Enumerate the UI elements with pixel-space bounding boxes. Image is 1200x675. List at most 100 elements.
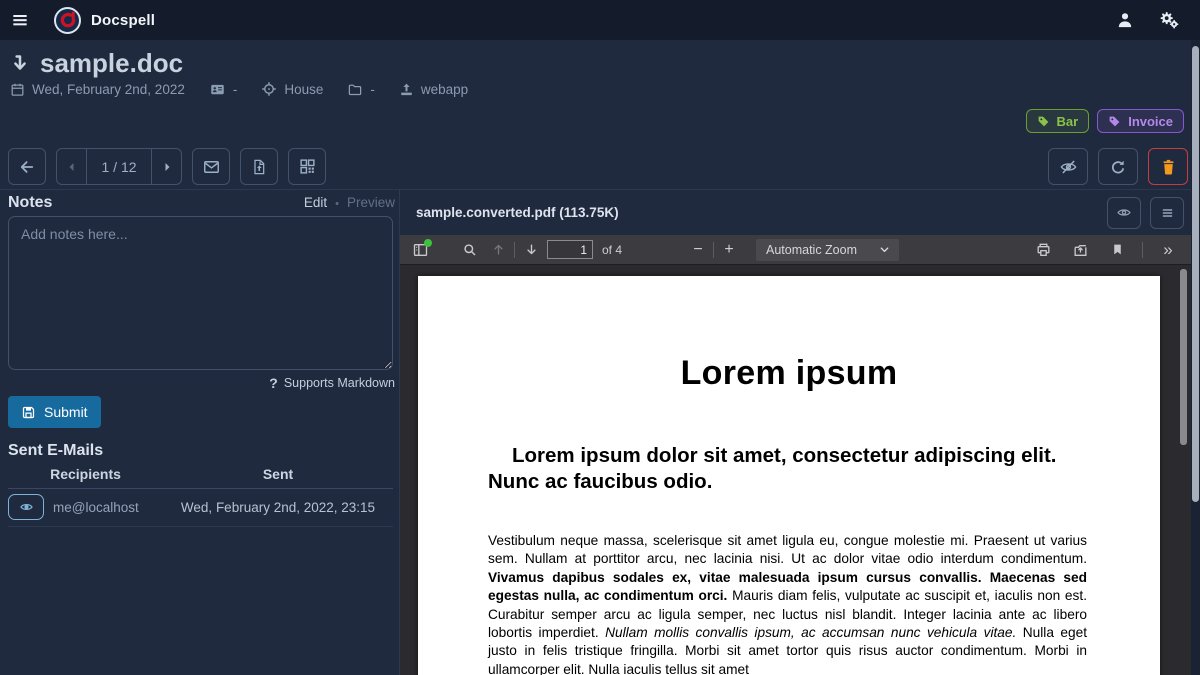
navbar-right: [1114, 9, 1200, 31]
item-toolbar-right: [1048, 148, 1188, 185]
toolbar-separator: [1142, 242, 1143, 258]
docspell-item-page: Docspell sample.doc Wed, February 2nd, 2…: [0, 0, 1200, 675]
download-icon[interactable]: [1068, 238, 1092, 262]
reprocess-button[interactable]: [1098, 148, 1138, 185]
chevron-down-icon: [879, 244, 890, 255]
column-recipients: Recipients: [8, 466, 163, 482]
folder-icon: [347, 82, 363, 97]
toolbar-more-button[interactable]: »: [1156, 238, 1180, 262]
bookmark-icon[interactable]: [1105, 238, 1129, 262]
meta-folder: -: [347, 82, 375, 97]
notes-header: Notes Edit • Preview: [8, 194, 395, 212]
upload-icon: [399, 82, 414, 97]
hamburger-icon: [10, 10, 30, 30]
unconfirm-button[interactable]: [1048, 148, 1088, 185]
crosshair-icon: [261, 81, 277, 97]
eye-slash-icon: [1059, 158, 1078, 176]
pdf-doc-title: Lorem ipsum: [418, 354, 1160, 393]
sidebar-notification-dot: [424, 239, 432, 247]
notes-preview-link[interactable]: Preview: [347, 195, 395, 210]
settings-gears-icon[interactable]: [1158, 9, 1180, 31]
page-title: sample.doc: [40, 48, 183, 79]
view-email-button[interactable]: [8, 494, 44, 520]
add-file-button[interactable]: [240, 148, 278, 185]
app-name: Docspell: [91, 12, 155, 29]
toolbar-separator: [713, 242, 714, 258]
next-item-button[interactable]: [151, 149, 181, 184]
notes-input[interactable]: [8, 216, 393, 370]
pdf-doc-subtitle: Lorem ipsum dolor sit amet, consectetur …: [418, 443, 1160, 495]
calendar-icon: [10, 82, 25, 97]
pdf-search-button[interactable]: [458, 238, 482, 262]
pdf-page-down-button[interactable]: [519, 238, 543, 262]
top-navbar: Docspell: [0, 0, 1200, 40]
download-arrow-icon[interactable]: [10, 52, 30, 76]
pdf-page-number-input[interactable]: [547, 240, 593, 259]
email-recipient: me@localhost: [53, 500, 139, 515]
pdf-filename: sample.converted.pdf (113.75K): [416, 205, 619, 220]
tags-row: Bar Invoice: [1026, 109, 1184, 133]
item-pagination: 1 / 12: [56, 148, 182, 185]
id-card-icon: [209, 82, 226, 97]
markdown-hint: ? Supports Markdown: [269, 375, 395, 391]
preview-toggle-button[interactable]: [1107, 197, 1141, 229]
item-toolbar-left: 1 / 12: [8, 148, 326, 185]
meta-concerning: House: [261, 81, 323, 97]
sent-emails-heading: Sent E-Mails: [8, 442, 103, 460]
prev-item-button[interactable]: [57, 149, 87, 184]
pdfjs-toolbar: of 4 − + Automatic Zoom: [400, 235, 1192, 265]
redo-icon: [1109, 158, 1127, 176]
menu-toggle-button[interactable]: [0, 0, 40, 40]
document-meta-row: Wed, February 2nd, 2022 - House -: [10, 81, 468, 97]
column-sent: Sent: [163, 466, 393, 482]
eye-icon: [19, 500, 34, 514]
question-mark-icon[interactable]: ?: [269, 375, 278, 391]
eye-icon: [1116, 205, 1132, 220]
pdf-viewer[interactable]: Lorem ipsum Lorem ipsum dolor sit amet, …: [400, 265, 1192, 675]
qr-code-button[interactable]: [288, 148, 326, 185]
dot-separator: •: [335, 198, 339, 210]
docspell-logo-icon: [54, 7, 81, 34]
tag-invoice[interactable]: Invoice: [1097, 109, 1184, 133]
zoom-out-button[interactable]: −: [689, 241, 707, 259]
tag-bar[interactable]: Bar: [1026, 109, 1090, 133]
pdf-doc-paragraph: Vestibulum neque massa, scelerisque sit …: [418, 532, 1160, 675]
bars-icon: [1160, 206, 1175, 220]
send-mail-button[interactable]: [192, 148, 230, 185]
notes-edit-link[interactable]: Edit: [304, 195, 327, 210]
back-button[interactable]: [8, 148, 46, 185]
sent-emails-table-header: Recipients Sent: [8, 466, 393, 489]
pdf-panel: sample.converted.pdf (113.75K): [400, 190, 1192, 675]
tag-icon: [1037, 115, 1050, 128]
zoom-in-button[interactable]: +: [720, 241, 738, 259]
delete-item-button[interactable]: [1148, 148, 1188, 185]
tag-icon: [1108, 115, 1121, 128]
save-icon: [21, 405, 36, 420]
zoom-level-select[interactable]: Automatic Zoom: [756, 239, 899, 261]
file-upload-icon: [251, 158, 267, 176]
pdf-page-count: of 4: [602, 243, 622, 257]
pdf-sidebar-toggle-button[interactable]: [408, 238, 432, 262]
pdf-scrollbar-thumb[interactable]: [1180, 269, 1187, 445]
pdf-page-1: Lorem ipsum Lorem ipsum dolor sit amet, …: [418, 276, 1160, 675]
app-logo[interactable]: Docspell: [54, 7, 155, 34]
toolbar-separator: [514, 242, 515, 258]
print-icon[interactable]: [1031, 238, 1055, 262]
attachment-menu-button[interactable]: [1150, 197, 1184, 229]
pagination-label: 1 / 12: [87, 149, 151, 184]
submit-notes-button[interactable]: Submit: [8, 396, 101, 428]
pdf-panel-header: sample.converted.pdf (113.75K): [400, 190, 1192, 235]
meta-source: webapp: [399, 82, 468, 97]
page-scrollbar-thumb[interactable]: [1192, 46, 1199, 502]
meta-correspondent: -: [209, 82, 238, 97]
meta-date: Wed, February 2nd, 2022: [10, 82, 185, 97]
page-scrollbar-track[interactable]: [1191, 40, 1200, 675]
user-account-icon[interactable]: [1114, 9, 1136, 31]
sent-emails-table: Recipients Sent me@localhost Wed, Februa…: [8, 466, 393, 527]
trash-icon: [1160, 158, 1177, 176]
email-sent-date: Wed, February 2nd, 2022, 23:15: [163, 500, 393, 515]
document-title-row: sample.doc: [10, 48, 183, 79]
envelope-icon: [202, 158, 221, 176]
pdf-page-up-button[interactable]: [486, 238, 510, 262]
table-row: me@localhost Wed, February 2nd, 2022, 23…: [8, 489, 393, 527]
